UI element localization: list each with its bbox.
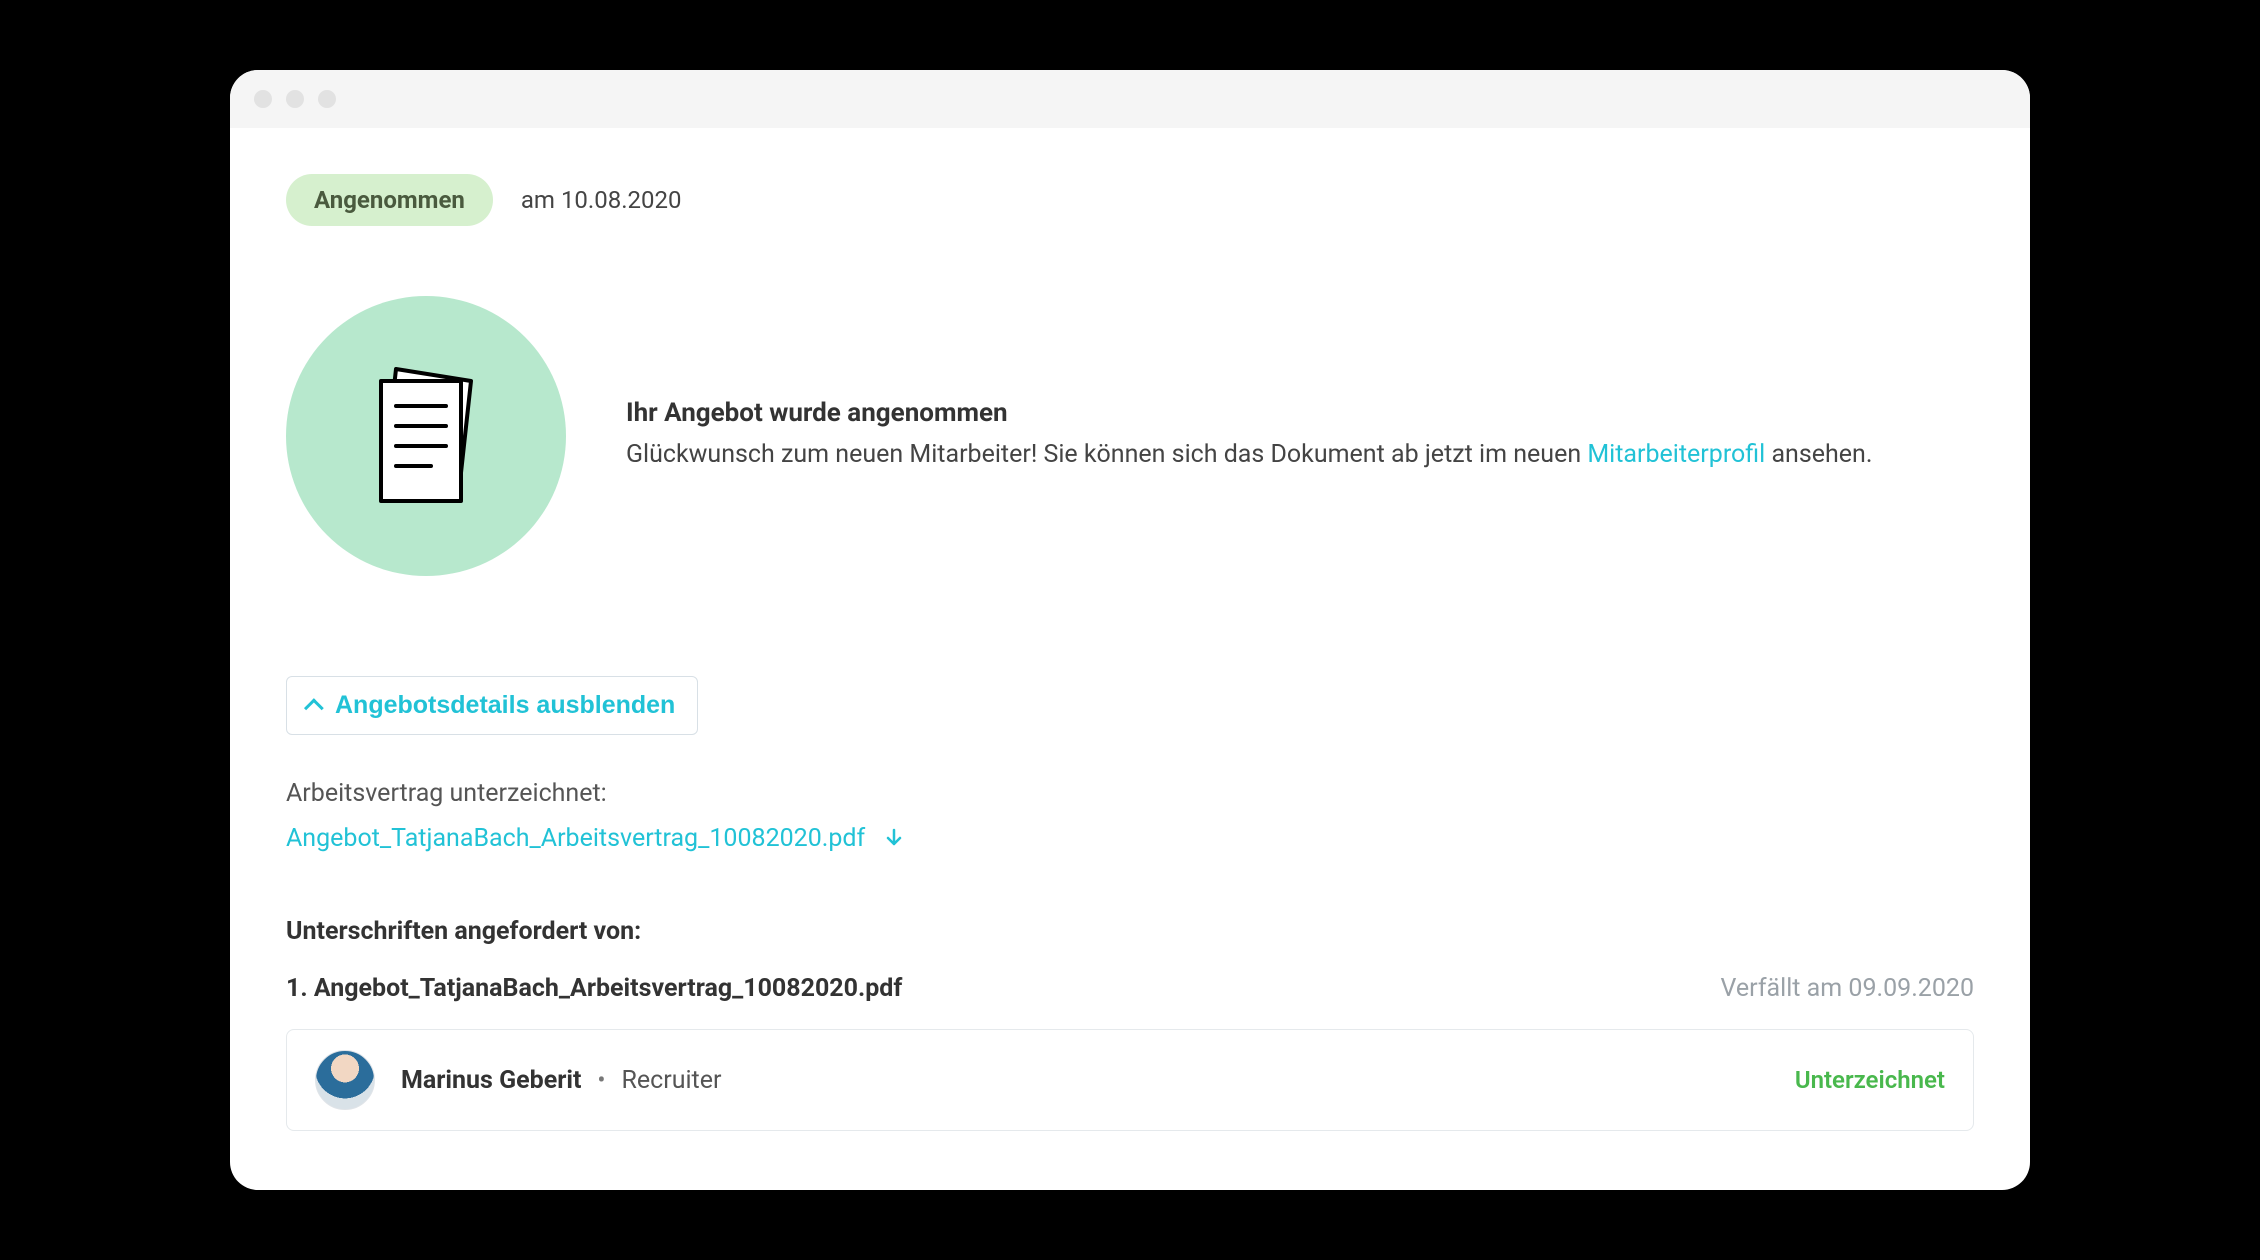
- hero-text: Ihr Angebot wurde angenommen Glückwunsch…: [626, 398, 1872, 474]
- signer-status: Unterzeichnet: [1795, 1066, 1945, 1094]
- window-maximize-dot[interactable]: [318, 90, 336, 108]
- avatar: [315, 1050, 375, 1110]
- contract-section-label: Arbeitsvertrag unterzeichnet:: [286, 779, 1974, 808]
- hero-body-before: Glückwunsch zum neuen Mitarbeiter! Sie k…: [626, 440, 1587, 469]
- hero-title: Ihr Angebot wurde angenommen: [626, 398, 1872, 428]
- signer-role: Recruiter: [621, 1066, 721, 1095]
- window-titlebar: [230, 70, 2030, 128]
- contract-file-link[interactable]: Angebot_TatjanaBach_Arbeitsvertrag_10082…: [286, 824, 905, 853]
- toggle-details-button[interactable]: Angebotsdetails ausblenden: [286, 676, 698, 735]
- signer-card: Marinus Geberit • Recruiter Unterzeichne…: [286, 1029, 1974, 1131]
- bullet-separator: •: [587, 1066, 615, 1094]
- status-date-prefix: am: [521, 186, 555, 214]
- signature-expiry: Verfällt am 09.09.2020: [1721, 974, 1974, 1003]
- signature-expiry-prefix: Verfällt am: [1721, 974, 1843, 1003]
- window-minimize-dot[interactable]: [286, 90, 304, 108]
- signature-doc-name: 1. Angebot_TatjanaBach_Arbeitsvertrag_10…: [286, 974, 902, 1003]
- documents-icon: [286, 296, 566, 576]
- hero-body-after: ansehen.: [1765, 440, 1872, 469]
- contract-file-name: Angebot_TatjanaBach_Arbeitsvertrag_10082…: [286, 824, 865, 853]
- status-date: am 10.08.2020: [521, 186, 682, 214]
- signer-text: Marinus Geberit • Recruiter: [401, 1066, 721, 1095]
- signatures-header: Unterschriften angefordert von:: [286, 917, 1974, 946]
- signature-doc-row: 1. Angebot_TatjanaBach_Arbeitsvertrag_10…: [286, 974, 1974, 1003]
- content-area: Angenommen am 10.08.2020: [230, 128, 2030, 1131]
- toggle-details-label: Angebotsdetails ausblenden: [335, 691, 675, 720]
- hero-body: Glückwunsch zum neuen Mitarbeiter! Sie k…: [626, 436, 1872, 474]
- status-date-value: 10.08.2020: [561, 186, 682, 214]
- signature-doc-index: 1.: [286, 974, 308, 1003]
- window-close-dot[interactable]: [254, 90, 272, 108]
- status-pill: Angenommen: [286, 174, 493, 226]
- status-row: Angenommen am 10.08.2020: [286, 174, 1974, 226]
- hero-section: Ihr Angebot wurde angenommen Glückwunsch…: [286, 296, 1974, 576]
- signature-doc-filename: Angebot_TatjanaBach_Arbeitsvertrag_10082…: [314, 974, 902, 1003]
- employee-profile-link[interactable]: Mitarbeiterprofil: [1587, 440, 1765, 469]
- chevron-up-icon: [304, 698, 324, 718]
- signature-expiry-date: 09.09.2020: [1848, 974, 1974, 1003]
- signer-name: Marinus Geberit: [401, 1066, 581, 1095]
- app-window: Angenommen am 10.08.2020: [230, 70, 2030, 1190]
- documents-svg: [341, 351, 511, 521]
- signer-info: Marinus Geberit • Recruiter: [315, 1050, 721, 1110]
- download-icon: [883, 828, 905, 850]
